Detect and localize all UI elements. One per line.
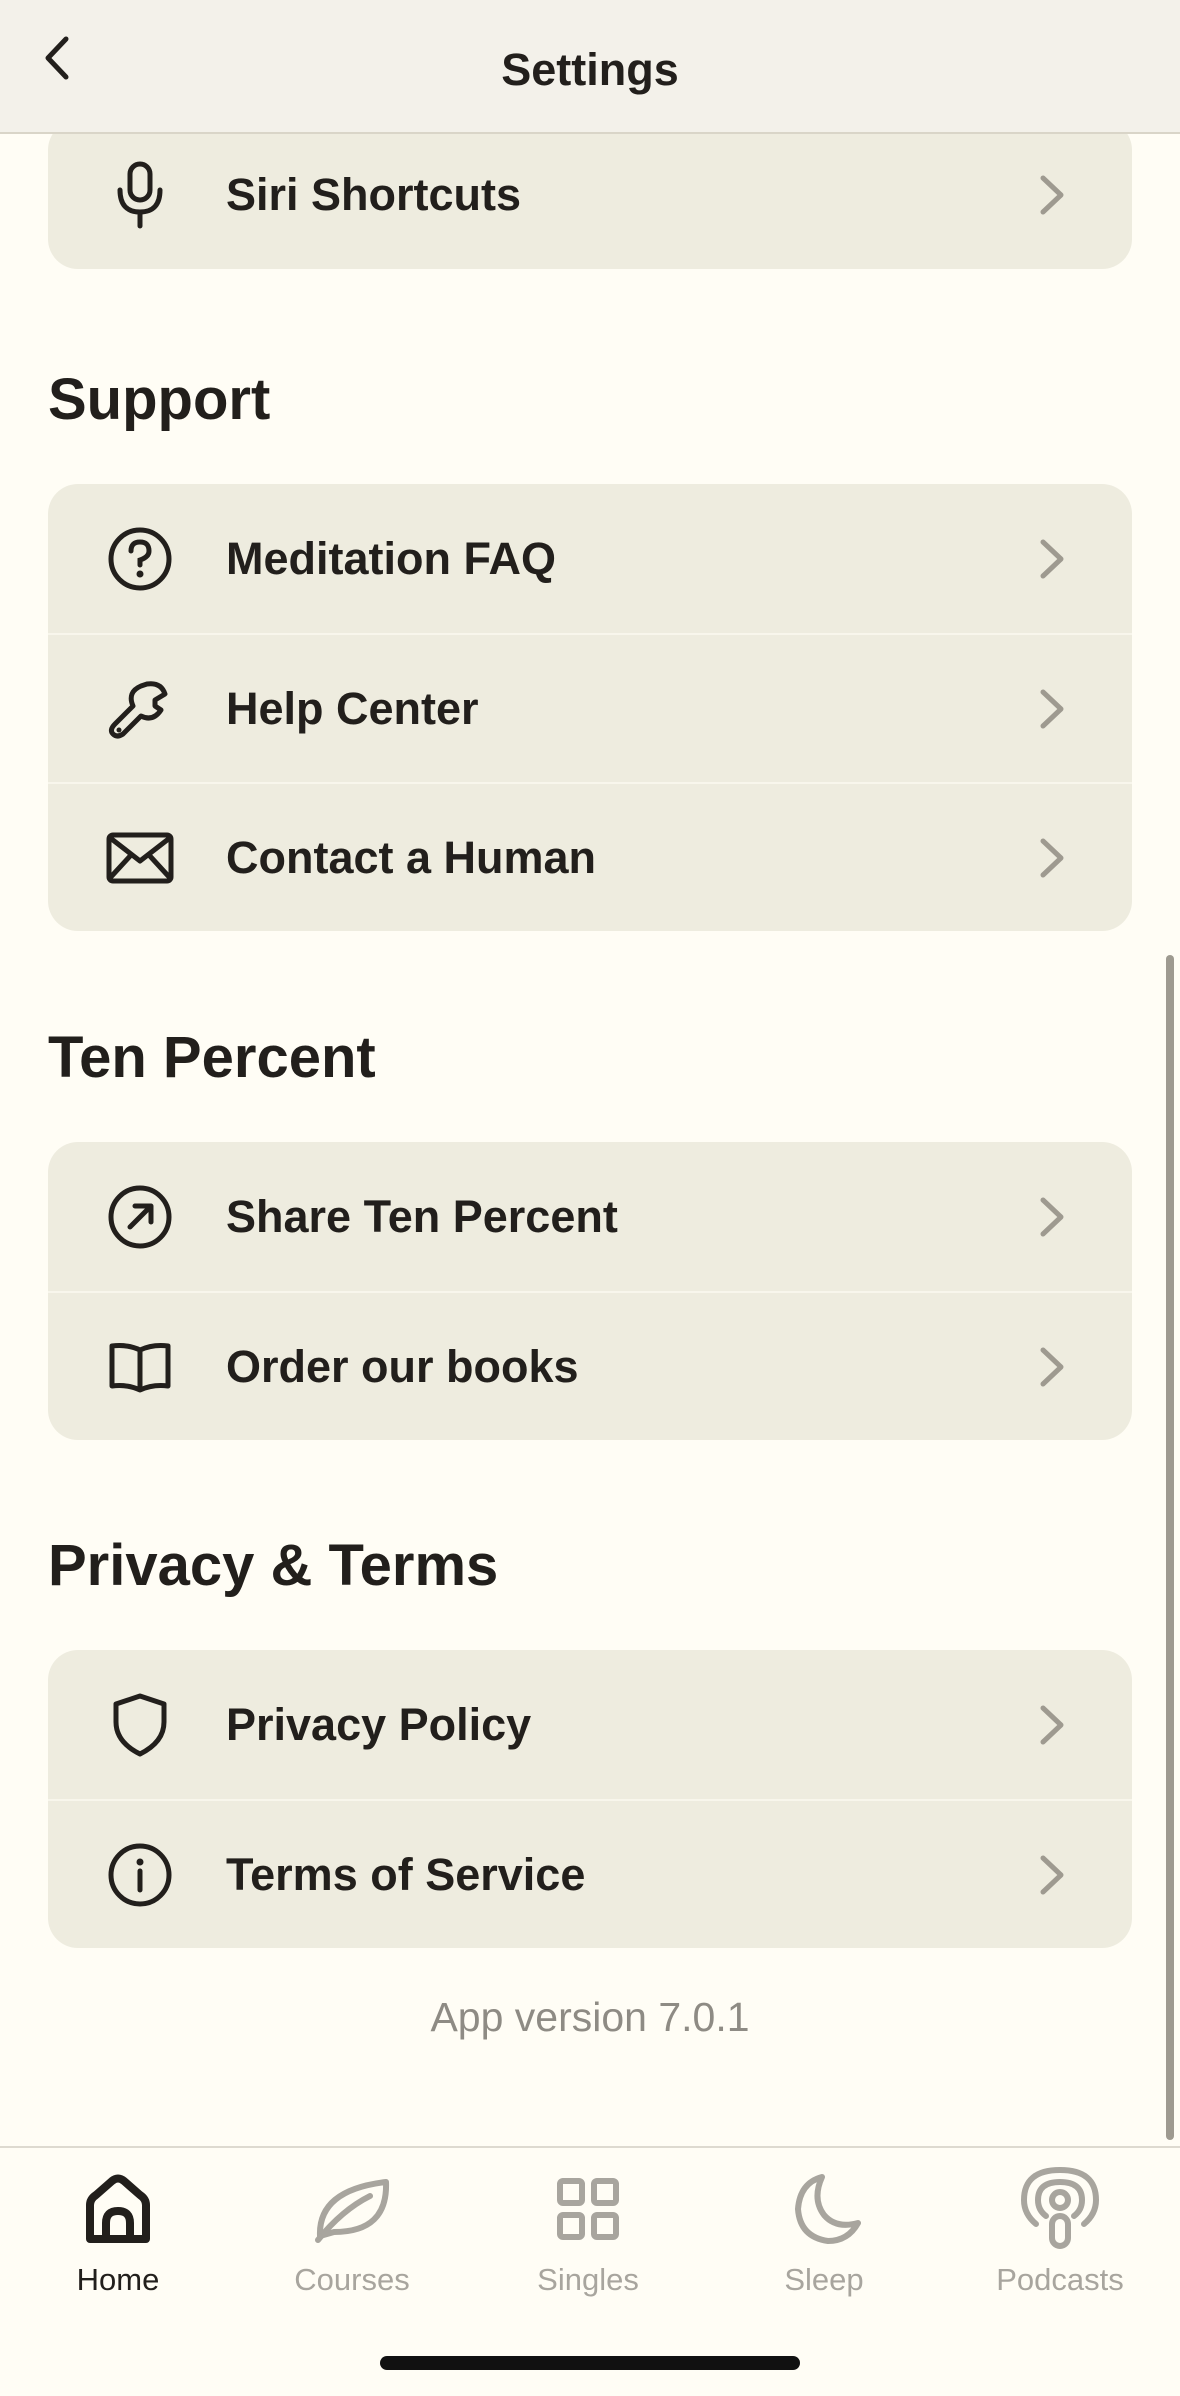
- home-indicator: [380, 2356, 800, 2370]
- privacy-terms-card: Privacy Policy Terms of Service: [48, 1650, 1132, 1948]
- chevron-right-icon: [1032, 1339, 1072, 1395]
- home-icon: [73, 2164, 163, 2254]
- nav-header: Settings: [0, 0, 1180, 134]
- tab-label: Courses: [294, 2262, 410, 2297]
- wrench-icon: [104, 673, 176, 745]
- row-label: Privacy Policy: [226, 1698, 532, 1750]
- tab-podcasts[interactable]: Podcasts: [960, 2164, 1160, 2314]
- row-label: Help Center: [226, 682, 479, 734]
- podcast-icon: [1015, 2164, 1105, 2254]
- row-label: Siri Shortcuts: [226, 168, 522, 220]
- moon-icon: [779, 2164, 869, 2254]
- tab-courses[interactable]: Courses: [252, 2164, 452, 2314]
- row-label: Contact a Human: [226, 831, 597, 883]
- tab-home[interactable]: Home: [18, 2164, 218, 2314]
- row-siri-shortcuts[interactable]: Siri Shortcuts: [48, 134, 1132, 269]
- tab-singles[interactable]: Singles: [488, 2164, 688, 2314]
- chevron-right-icon: [1032, 167, 1072, 223]
- row-meditation-faq[interactable]: Meditation FAQ: [48, 484, 1132, 633]
- grid-icon: [543, 2164, 633, 2254]
- row-help-center[interactable]: Help Center: [48, 633, 1132, 782]
- row-label: Meditation FAQ: [226, 532, 556, 584]
- envelope-icon: [104, 822, 176, 894]
- chevron-right-icon: [1032, 830, 1072, 886]
- question-circle-icon: [104, 523, 176, 595]
- row-share-ten-percent[interactable]: Share Ten Percent: [48, 1142, 1132, 1291]
- row-label: Share Ten Percent: [226, 1190, 618, 1242]
- section-title-support: Support: [48, 367, 271, 432]
- tab-label: Singles: [537, 2262, 639, 2297]
- info-circle-icon: [104, 1839, 176, 1911]
- chevron-right-icon: [1032, 1697, 1072, 1753]
- section-title-privacy-terms: Privacy & Terms: [48, 1533, 499, 1598]
- row-order-our-books[interactable]: Order our books: [48, 1291, 1132, 1440]
- row-terms-of-service[interactable]: Terms of Service: [48, 1799, 1132, 1948]
- row-label: Order our books: [226, 1340, 579, 1392]
- tab-sleep[interactable]: Sleep: [724, 2164, 924, 2314]
- tab-label: Home: [76, 2262, 160, 2297]
- top-card: Siri Shortcuts: [48, 134, 1132, 269]
- open-book-icon: [104, 1331, 176, 1403]
- ten-percent-card: Share Ten Percent Order our books: [48, 1142, 1132, 1440]
- support-card: Meditation FAQ Help Center Contact a Hum…: [48, 484, 1132, 931]
- shield-icon: [104, 1689, 176, 1761]
- row-privacy-policy[interactable]: Privacy Policy: [48, 1650, 1132, 1799]
- tab-label: Podcasts: [996, 2262, 1124, 2297]
- leaf-icon: [307, 2164, 397, 2254]
- app-version: App version 7.0.1: [430, 1994, 750, 2040]
- chevron-right-icon: [1032, 681, 1072, 737]
- row-label: Terms of Service: [226, 1848, 586, 1900]
- chevron-right-icon: [1032, 531, 1072, 587]
- tab-label: Sleep: [784, 2262, 864, 2297]
- share-arrow-circle-icon: [104, 1181, 176, 1253]
- settings-list[interactable]: Siri Shortcuts Support Meditation FAQ He…: [0, 134, 1180, 2146]
- page-title: Settings: [501, 44, 679, 95]
- section-title-ten-percent: Ten Percent: [48, 1025, 376, 1090]
- scrollbar[interactable]: [1166, 955, 1174, 2140]
- microphone-icon: [104, 159, 176, 231]
- chevron-right-icon: [1032, 1847, 1072, 1903]
- chevron-right-icon: [1032, 1189, 1072, 1245]
- row-contact-a-human[interactable]: Contact a Human: [48, 782, 1132, 931]
